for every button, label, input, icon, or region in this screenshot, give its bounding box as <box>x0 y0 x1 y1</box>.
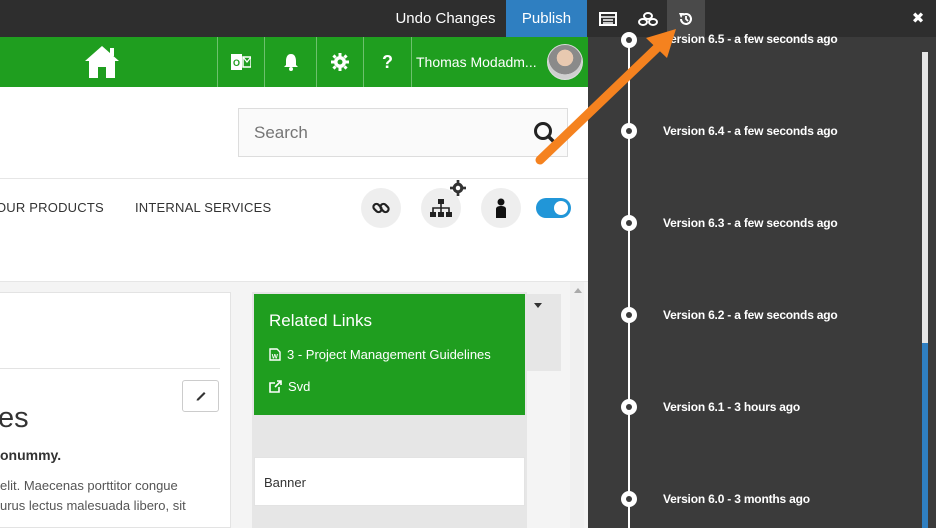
banner-webpart: Banner <box>254 457 525 506</box>
svg-text:O: O <box>233 58 240 68</box>
page-title: es <box>0 402 29 434</box>
version-dot[interactable] <box>621 123 637 139</box>
timeline-line <box>628 37 630 528</box>
banner-label: Banner <box>264 475 306 490</box>
version-dot[interactable] <box>621 399 637 415</box>
divider <box>0 368 220 369</box>
version-dot[interactable] <box>621 215 637 231</box>
nav-item-internal-services[interactable]: INTERNAL SERVICES <box>135 200 271 215</box>
body-line: urus lectus malesuada libero, sit <box>0 498 186 513</box>
version-item[interactable]: Version 6.1 - 3 hours ago <box>663 400 800 414</box>
related-link-label[interactable]: 3 - Project Management Guidelines <box>287 347 491 362</box>
version-dot[interactable] <box>621 32 637 48</box>
page-scrollbar[interactable] <box>570 282 584 528</box>
link-icon[interactable] <box>361 188 401 228</box>
username: Thomas Modadm... <box>416 54 537 70</box>
version-item[interactable]: Version 6.0 - 3 months ago <box>663 492 810 506</box>
version-dot[interactable] <box>621 491 637 507</box>
avatar[interactable] <box>547 44 583 80</box>
home-icon[interactable] <box>83 44 121 80</box>
edit-button[interactable] <box>182 380 219 412</box>
search-box <box>238 108 568 157</box>
outlook-icon[interactable]: O <box>217 37 264 87</box>
svg-text:W: W <box>272 354 279 361</box>
version-item[interactable]: Version 6.5 - a few seconds ago <box>663 32 838 46</box>
webpart-menu[interactable] <box>526 294 561 371</box>
version-item[interactable]: Version 6.4 - a few seconds ago <box>663 124 838 138</box>
edit-mode-toggle[interactable] <box>536 198 571 218</box>
nav-item-products[interactable]: OUR PRODUCTS <box>0 200 104 215</box>
bell-icon[interactable] <box>264 37 316 87</box>
chevron-down-icon[interactable] <box>534 303 542 308</box>
close-panel-button[interactable]: ✖ <box>904 0 932 37</box>
pencil-icon <box>196 392 205 401</box>
version-dot[interactable] <box>621 307 637 323</box>
body-line: elit. Maecenas porttitor congue <box>0 478 178 493</box>
panel-scrollbar-thumb[interactable] <box>922 343 928 528</box>
related-links-title: Related Links <box>269 311 373 330</box>
gear-icon[interactable] <box>316 37 363 87</box>
list-icon[interactable] <box>589 0 627 37</box>
scroll-up-icon[interactable] <box>574 288 582 293</box>
divider <box>0 178 588 179</box>
word-doc-icon: W <box>269 348 281 361</box>
related-link-label[interactable]: Svd <box>288 379 310 394</box>
related-link-item[interactable]: Svd <box>269 379 310 394</box>
page-subtitle: onummy. <box>0 447 62 463</box>
publish-button[interactable]: Publish <box>506 0 587 37</box>
related-link-item[interactable]: W 3 - Project Management Guidelines <box>269 347 491 362</box>
help-icon[interactable]: ? <box>363 37 411 87</box>
external-link-icon <box>269 380 282 393</box>
sitemap-settings-icon[interactable] <box>450 180 466 196</box>
screen: Undo Changes Publish ✖ O ? Thomas Modadm… <box>0 0 936 528</box>
search-input[interactable] <box>239 109 529 156</box>
page-body: elit. Maecenas porttitor congue urus lec… <box>0 476 225 516</box>
related-links-panel: Related Links W 3 - Project Management G… <box>254 294 525 415</box>
version-history-panel <box>588 37 936 528</box>
version-item[interactable]: Version 6.3 - a few seconds ago <box>663 216 838 230</box>
person-icon[interactable] <box>481 188 521 228</box>
layers-icon[interactable] <box>629 0 667 37</box>
version-item[interactable]: Version 6.2 - a few seconds ago <box>663 308 838 322</box>
undo-changes-button[interactable]: Undo Changes <box>385 0 506 37</box>
search-icon[interactable] <box>533 121 557 145</box>
